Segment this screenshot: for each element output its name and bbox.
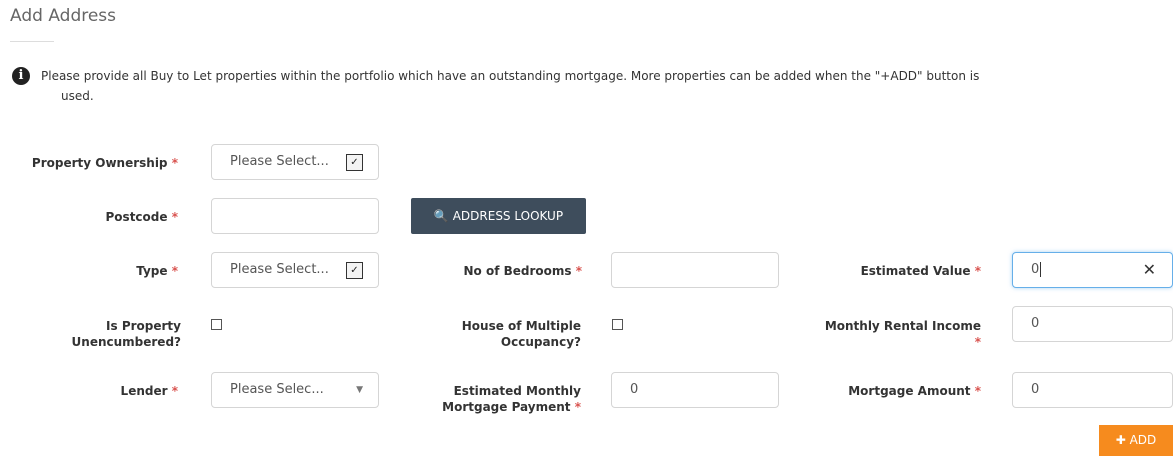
text-cursor xyxy=(1040,262,1042,277)
chevron-down-icon: ✓ xyxy=(346,261,363,279)
unencumbered-checkbox[interactable] xyxy=(211,319,222,330)
type-select[interactable]: Please Select... ✓ xyxy=(211,252,379,288)
estimated-value-label: Estimated Value * xyxy=(860,264,981,278)
mortgage-amount-input[interactable]: 0 xyxy=(1012,372,1173,408)
mortgage-amount-label: Mortgage Amount * xyxy=(848,384,981,398)
est-monthly-payment-label: Estimated Monthly Mortgage Payment * xyxy=(442,384,581,414)
lender-select[interactable]: Please Selec... ▼ xyxy=(211,372,379,408)
hmo-label: House of Multiple Occupancy? xyxy=(461,319,581,349)
add-button[interactable]: ✚ ADD xyxy=(1099,425,1173,456)
est-monthly-payment-input[interactable]: 0 xyxy=(611,372,779,408)
address-lookup-button[interactable]: 🔍 ADDRESS LOOKUP xyxy=(411,198,586,234)
property-ownership-select[interactable]: Please Select... ✓ xyxy=(211,144,379,180)
postcode-label: Postcode * xyxy=(105,210,178,224)
bedrooms-input[interactable] xyxy=(611,252,779,288)
postcode-input[interactable] xyxy=(211,198,379,234)
lender-label: Lender * xyxy=(120,384,178,398)
info-circle-icon: i xyxy=(12,67,30,85)
bedrooms-label: No of Bedrooms * xyxy=(463,264,582,278)
monthly-rental-income-label: Monthly Rental Income * xyxy=(824,319,981,349)
title-divider xyxy=(10,41,54,42)
type-label: Type * xyxy=(136,264,178,278)
info-message-line-1: Please provide all Buy to Let properties… xyxy=(41,69,980,83)
estimated-value-input[interactable]: 0 ✕ xyxy=(1012,252,1173,288)
caret-down-icon: ▼ xyxy=(356,385,363,395)
property-ownership-label: Property Ownership * xyxy=(31,156,178,170)
clear-icon[interactable]: ✕ xyxy=(1143,253,1156,287)
info-message: Please provide all Buy to Let properties… xyxy=(41,66,1081,106)
plus-icon: ✚ xyxy=(1115,433,1126,447)
hmo-checkbox[interactable] xyxy=(612,319,623,330)
page-title: Add Address xyxy=(10,6,117,26)
chevron-down-icon: ✓ xyxy=(346,153,363,171)
unencumbered-label: Is Property Unencumbered? xyxy=(71,319,181,349)
info-message-line-2: used. xyxy=(61,89,94,103)
search-icon: 🔍 xyxy=(433,209,449,223)
monthly-rental-income-input[interactable]: 0 xyxy=(1012,306,1173,342)
